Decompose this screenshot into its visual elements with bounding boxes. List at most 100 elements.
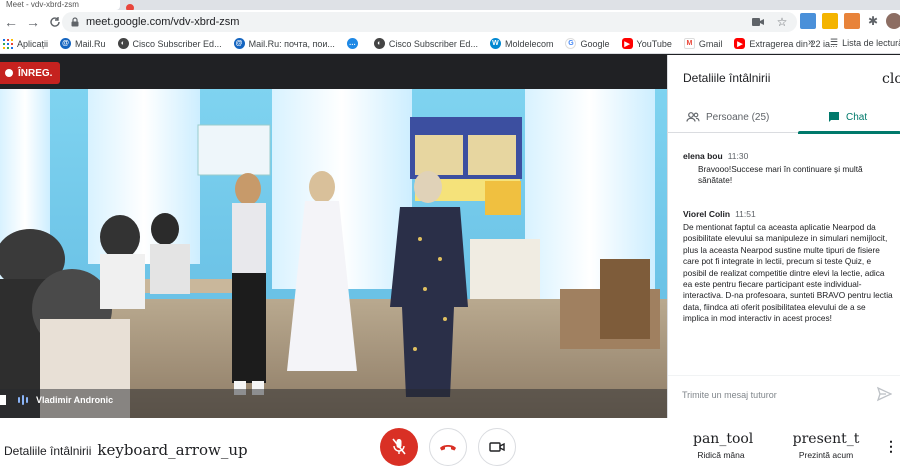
gmail-icon: M	[683, 38, 695, 49]
present-now-button[interactable]: present_t Prezintă acum	[781, 431, 871, 460]
message-author: elena bou	[683, 151, 723, 161]
browser-tab-second[interactable]	[125, 0, 145, 12]
more-options-button[interactable]: ⋮	[884, 438, 898, 455]
bookmark-item[interactable]: …	[346, 38, 362, 49]
browser-toolbar: ← → meet.google.com/vdv-xbrd-zsm ☆ ✱ ⋮	[0, 10, 900, 34]
close-panel-button[interactable]: close	[882, 71, 900, 87]
arrow-left-icon: ←	[4, 14, 18, 30]
people-icon	[686, 112, 700, 122]
meet-stage: ÎNREG. Vladimir Andronic	[0, 55, 667, 418]
arrow-right-icon: →	[26, 14, 40, 30]
active-tab-indicator	[798, 131, 900, 134]
message-time: 11:30	[727, 151, 749, 161]
bookmark-item[interactable]: Aplicații	[2, 38, 48, 49]
cisco-icon: ◐	[117, 38, 129, 49]
browser-tab-meet[interactable]: Meet - vdv-xbrd-zsm	[0, 0, 120, 10]
camera-toggle-button[interactable]	[478, 428, 516, 466]
bookmark-label: Cisco Subscriber Ed...	[388, 38, 478, 49]
message-time: 11:51	[735, 209, 756, 219]
youtube-icon: ▶	[734, 38, 746, 49]
chat-message: elena bou 11:30 Bravooo!Succese mari în c…	[683, 151, 893, 187]
classroom-video-frame	[0, 89, 667, 418]
keyboard-arrow-up-icon: keyboard_arrow_up	[97, 441, 248, 459]
message-author: Viorel Colin	[683, 209, 731, 219]
bookmark-item[interactable]: M Gmail	[683, 38, 723, 49]
tab-chat-label: Chat	[846, 111, 868, 123]
bookmark-label: Moldelecom	[504, 38, 554, 49]
bookmark-label: Aplicații	[17, 38, 49, 49]
extension-yellow-icon[interactable]	[822, 13, 838, 29]
present-to-all-icon: present_t	[792, 431, 860, 447]
hang-up-icon	[440, 445, 456, 451]
bookmark-label: Gmail	[698, 38, 723, 49]
tab-people[interactable]: Persoane (25)	[686, 101, 769, 133]
tab-chat[interactable]: Chat	[828, 101, 867, 133]
pan-tool-icon: pan_tool	[693, 431, 754, 447]
chat-compose[interactable]: Trimite un mesaj tuturor	[668, 375, 900, 418]
chat-messages: elena bou 11:30 Bravooo!Succese mari în c…	[668, 137, 900, 367]
moldelecom-icon: W	[489, 38, 501, 49]
url-text: meet.google.com/vdv-xbrd-zsm	[86, 16, 240, 28]
bookmark-label: Google	[580, 38, 610, 49]
panel-tabs: Persoane (25) Chat	[668, 101, 900, 134]
pin-icon[interactable]	[0, 395, 6, 405]
video-tile[interactable]	[0, 89, 667, 418]
raise-hand-button[interactable]: pan_tool Ridică mâna	[693, 431, 754, 460]
speaker-name: Vladimir Andronic	[36, 395, 114, 405]
extensions-area: ✱ ⋮	[800, 13, 900, 29]
bookmark-item[interactable]: @ Mail.Ru: почта, пои...	[233, 38, 335, 49]
bookmarks-bar: Aplicații @ Mail.Ru ◐ Cisco Subscriber E…	[0, 34, 900, 54]
message-header: Viorel Colin 11:51	[683, 209, 893, 219]
mic-off-icon	[392, 438, 406, 455]
present-now-label: Prezintă acum	[798, 450, 854, 460]
address-bar[interactable]: meet.google.com/vdv-xbrd-zsm ☆	[62, 12, 797, 32]
recording-badge: ÎNREG.	[0, 62, 61, 84]
recording-label: ÎNREG.	[18, 67, 53, 79]
leave-call-button[interactable]	[429, 428, 467, 466]
mailru-icon: @	[60, 38, 72, 49]
camera-permission-icon[interactable]	[751, 15, 765, 29]
forward-button[interactable]: →	[22, 11, 44, 33]
extensions-puzzle-icon[interactable]: ✱	[866, 14, 880, 28]
record-dot-icon	[5, 69, 13, 77]
bookmark-label: Cisco Subscriber Ed...	[132, 38, 222, 49]
bookmark-label: YouTube	[636, 38, 672, 49]
speaker-label: Vladimir Andronic	[0, 395, 113, 405]
bookmark-item[interactable]: ▶ Extragerea din 22 ia...	[734, 38, 837, 49]
extension-blue-icon[interactable]	[800, 13, 816, 29]
audio-level-icon	[18, 395, 28, 405]
chat-bubble-icon: …	[346, 38, 358, 49]
microphone-toggle-button[interactable]	[380, 428, 418, 466]
bookmark-item[interactable]: G Google	[565, 38, 610, 49]
raise-hand-label: Ridică mâna	[697, 450, 745, 460]
reload-icon	[50, 17, 60, 27]
back-button[interactable]: ←	[0, 11, 22, 33]
bookmark-item[interactable]: @ Mail.Ru	[60, 38, 106, 49]
meeting-details-button[interactable]: Detaliile întâlnirii keyboard_arrow_up	[4, 441, 248, 459]
extension-orange-icon[interactable]	[844, 13, 860, 29]
bookmark-label: Mail.Ru: почта, пои...	[248, 38, 335, 49]
chat-message: Viorel Colin 11:51 De mentionat faptul ca…	[683, 209, 893, 325]
bookmark-item[interactable]: ▶ YouTube	[621, 38, 672, 49]
send-icon[interactable]	[876, 386, 892, 402]
browser-tabstrip: Meet - vdv-xbrd-zsm	[0, 0, 900, 12]
chat-input[interactable]: Trimite un mesaj tuturor	[682, 390, 777, 400]
chat-icon	[829, 112, 839, 122]
bookmark-item[interactable]: ◐ Cisco Subscriber Ed...	[117, 38, 222, 49]
bookmark-label: Mail.Ru	[75, 38, 106, 49]
panel-title: Detaliile întâlnirii	[683, 71, 771, 85]
youtube-icon: ▶	[621, 38, 633, 49]
bookmarks-more-button[interactable]: »	[808, 37, 814, 48]
bookmark-item[interactable]: W Moldelecom	[489, 38, 554, 49]
profile-avatar[interactable]	[886, 13, 900, 29]
bookmark-label: Extragerea din 22 ia...	[749, 38, 838, 49]
video-camera-icon	[489, 442, 505, 452]
message-header: elena bou 11:30	[683, 151, 893, 161]
reading-list-button[interactable]: ☰ Lista de lectură	[830, 37, 900, 48]
bookmark-item[interactable]: ◐ Cisco Subscriber Ed...	[373, 38, 478, 49]
lock-icon	[71, 17, 79, 27]
bookmark-star-icon[interactable]: ☆	[775, 15, 789, 29]
tab-people-label: Persoane (25)	[706, 111, 770, 123]
meeting-details-panel: Detaliile întâlnirii close Persoane (25)…	[667, 55, 900, 418]
message-text: De mentionat faptul ca aceasta aplicatie…	[683, 222, 893, 324]
